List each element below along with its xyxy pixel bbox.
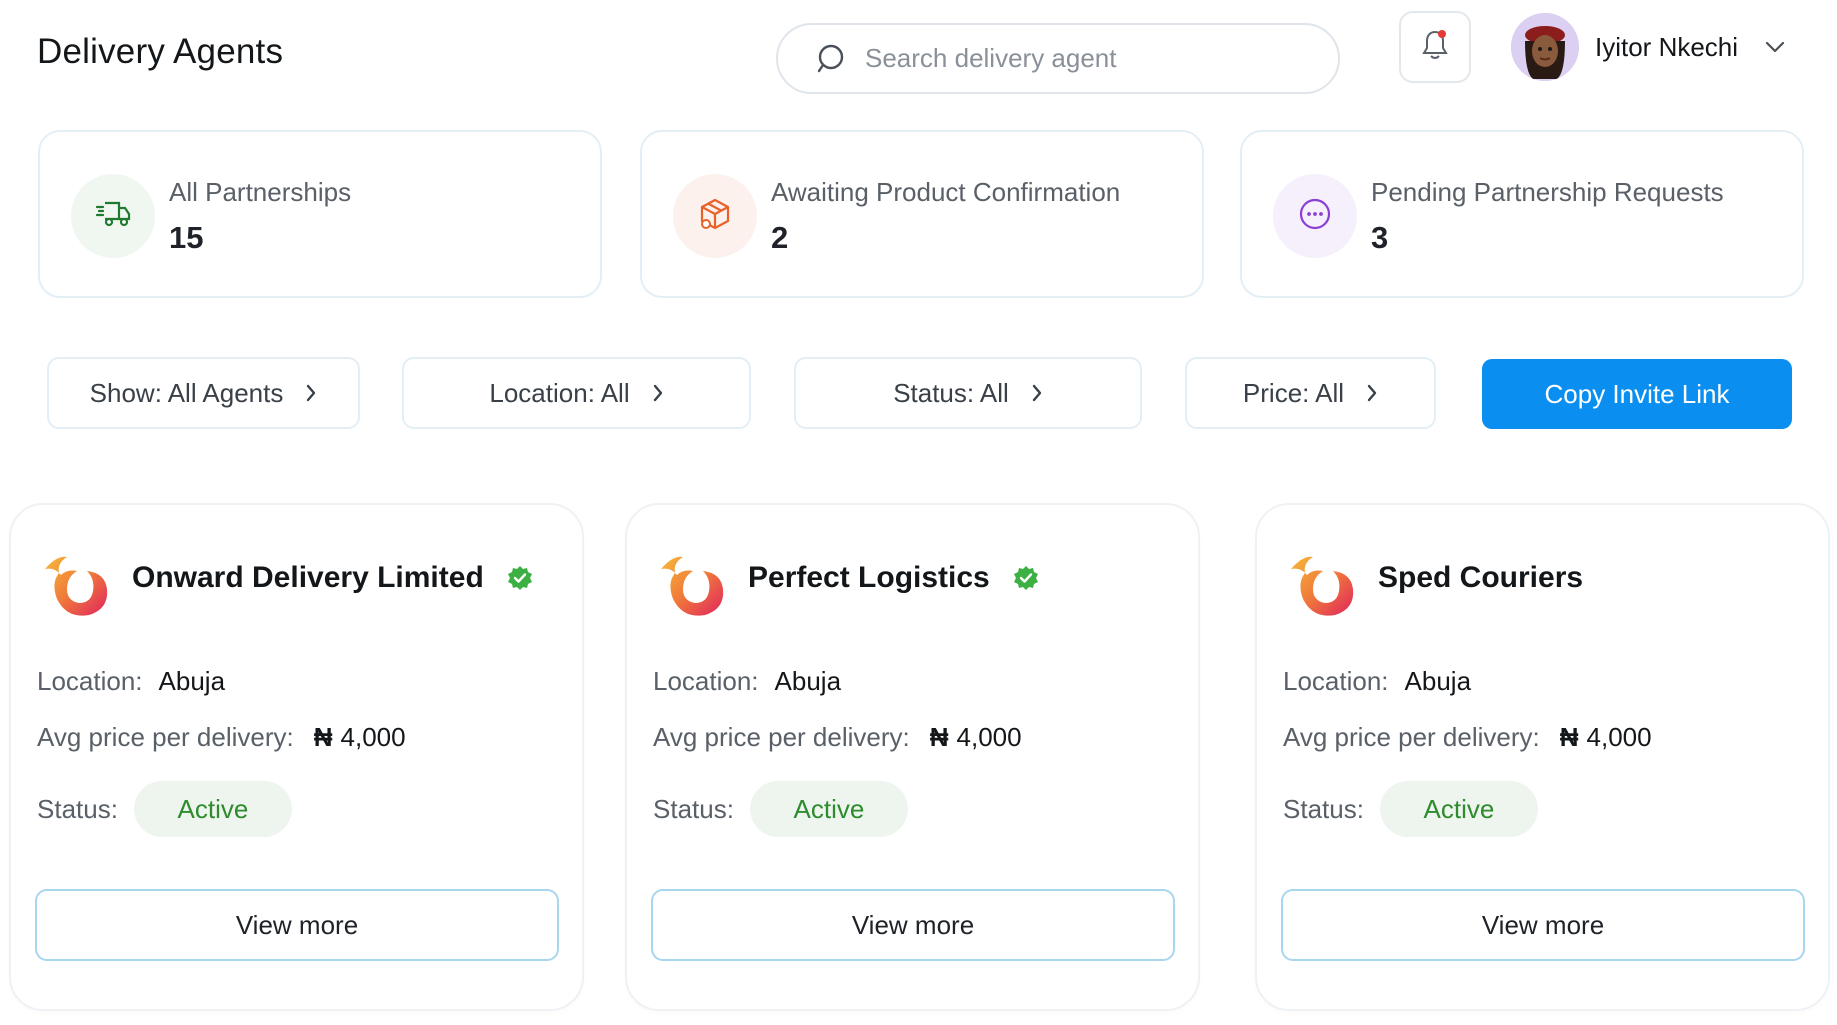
view-more-button[interactable]: View more	[651, 889, 1175, 961]
filter-location[interactable]: Location: All	[402, 357, 751, 429]
avatar	[1511, 13, 1579, 81]
agent-name-text: Sped Couriers	[1378, 561, 1584, 594]
location-value: Abuja	[774, 666, 842, 696]
stat-label: Pending Partnership Requests	[1371, 177, 1724, 207]
status-badge: Active	[133, 781, 292, 837]
chevron-right-icon	[1031, 383, 1043, 403]
stat-icon-circle	[71, 174, 155, 258]
currency-symbol: ₦	[1559, 722, 1579, 752]
status-badge: Active	[1379, 781, 1538, 837]
user-menu[interactable]: Iyitor Nkechi	[1511, 13, 1786, 81]
avg-price-label: Avg price per delivery:	[37, 722, 294, 752]
currency-symbol: ₦	[313, 722, 333, 752]
stat-value: 15	[169, 220, 204, 255]
chevron-right-icon	[652, 383, 664, 403]
bell-icon	[1420, 28, 1450, 67]
filter-show[interactable]: Show: All Agents	[47, 357, 360, 429]
agent-name: Sped Couriers	[1378, 561, 1583, 595]
location-value: Abuja	[1404, 666, 1472, 696]
avg-price-label: Avg price per delivery:	[1283, 722, 1540, 752]
location-row: Location: Abuja	[653, 666, 841, 697]
stat-icon-circle	[673, 174, 757, 258]
stat-card-all-partnerships[interactable]: All Partnerships 15	[38, 130, 602, 298]
stat-icon-circle	[1273, 174, 1357, 258]
status-badge: Active	[749, 781, 908, 837]
status-label: Status:	[653, 793, 734, 824]
filter-price[interactable]: Price: All	[1185, 357, 1436, 429]
location-row: Location: Abuja	[1283, 666, 1471, 697]
status-row: Status: Active	[1283, 781, 1538, 837]
agent-card: Sped Couriers Location: Abuja Avg price …	[1255, 503, 1830, 1011]
stat-label: All Partnerships	[169, 177, 352, 207]
location-label: Location:	[37, 666, 143, 696]
more-dots-icon	[1298, 197, 1332, 236]
search-input[interactable]	[865, 43, 1305, 74]
location-row: Location: Abuja	[37, 666, 225, 697]
currency-symbol: ₦	[929, 722, 949, 752]
avg-price-label: Avg price per delivery:	[653, 722, 910, 752]
filter-label: Price: All	[1242, 377, 1345, 408]
verified-badge-icon	[506, 564, 534, 592]
agent-name: Onward Delivery Limited	[132, 561, 534, 595]
location-label: Location:	[653, 666, 759, 696]
verified-badge-icon	[1012, 564, 1040, 592]
view-more-button[interactable]: View more	[1281, 889, 1805, 961]
stat-value: 3	[1371, 220, 1389, 255]
status-label: Status:	[1283, 793, 1364, 824]
price-row: Avg price per delivery: ₦ 4,000	[37, 722, 406, 753]
price-value: 4,000	[340, 722, 406, 752]
user-name: Iyitor Nkechi	[1595, 31, 1739, 62]
package-icon	[698, 197, 732, 236]
delivery-truck-icon	[95, 199, 131, 234]
status-row: Status: Active	[653, 781, 908, 837]
agent-name: Perfect Logistics	[748, 561, 1040, 595]
agent-logo-icon	[37, 547, 115, 625]
search-bar[interactable]	[776, 23, 1340, 94]
filter-label: Show: All Agents	[89, 377, 284, 408]
stat-label: Awaiting Product Confirmation	[771, 177, 1121, 207]
location-label: Location:	[1283, 666, 1389, 696]
agent-card: Perfect Logistics Location: Abuja Avg pr…	[625, 503, 1200, 1011]
stat-value: 2	[771, 220, 789, 255]
agent-card: Onward Delivery Limited Location: Abuja …	[9, 503, 584, 1011]
chevron-down-icon[interactable]	[1764, 40, 1786, 54]
agent-logo-icon	[653, 547, 731, 625]
stat-card-awaiting-confirmation[interactable]: Awaiting Product Confirmation 2	[640, 130, 1204, 298]
page-title: Delivery Agents	[37, 32, 284, 71]
price-value: 4,000	[956, 722, 1022, 752]
agent-name-text: Perfect Logistics	[748, 561, 990, 594]
view-more-button[interactable]: View more	[35, 889, 559, 961]
copy-invite-link-button[interactable]: Copy Invite Link	[1482, 359, 1792, 429]
chevron-right-icon	[305, 383, 317, 403]
filter-label: Location: All	[489, 377, 630, 408]
notifications-button[interactable]	[1399, 11, 1471, 83]
search-icon	[816, 43, 848, 75]
price-row: Avg price per delivery: ₦ 4,000	[1283, 722, 1652, 753]
agent-logo-icon	[1283, 547, 1361, 625]
chevron-right-icon	[1366, 383, 1378, 403]
status-row: Status: Active	[37, 781, 292, 837]
location-value: Abuja	[158, 666, 226, 696]
filter-status[interactable]: Status: All	[794, 357, 1142, 429]
filter-label: Status: All	[893, 377, 1009, 408]
stat-card-pending-requests[interactable]: Pending Partnership Requests 3	[1240, 130, 1804, 298]
price-value: 4,000	[1586, 722, 1652, 752]
price-row: Avg price per delivery: ₦ 4,000	[653, 722, 1022, 753]
agent-name-text: Onward Delivery Limited	[132, 561, 484, 594]
status-label: Status:	[37, 793, 118, 824]
